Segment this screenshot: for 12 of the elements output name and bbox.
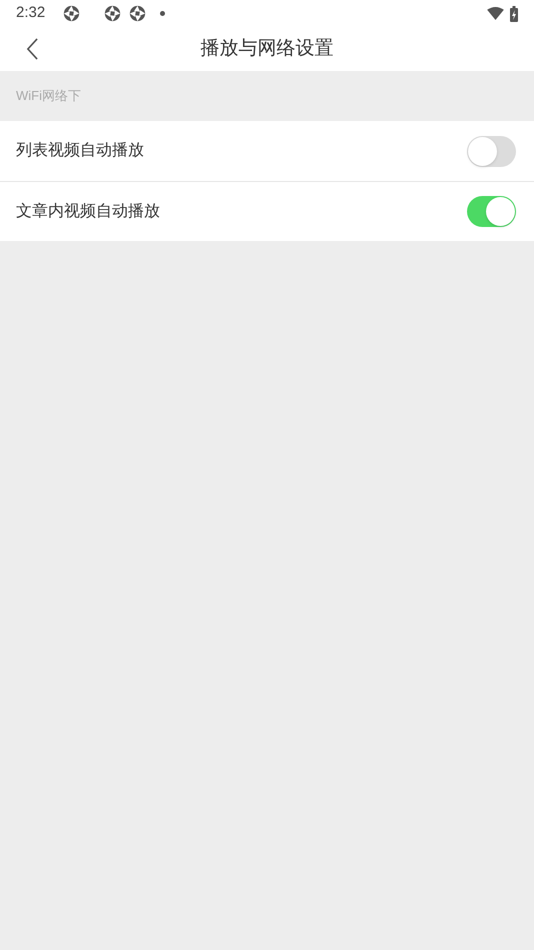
page-title: 播放与网络设置 bbox=[200, 36, 334, 61]
toggle-switch[interactable] bbox=[467, 196, 516, 227]
wifi-icon bbox=[487, 7, 504, 20]
aperture-icon bbox=[104, 5, 122, 22]
setting-label: 列表视频自动播放 bbox=[16, 140, 144, 161]
aperture-icon bbox=[129, 5, 146, 22]
setting-label: 文章内视频自动播放 bbox=[16, 202, 160, 222]
section-label: WiFi网络下 bbox=[16, 87, 81, 106]
battery-charging-icon bbox=[510, 6, 518, 22]
aperture-icon bbox=[63, 5, 80, 22]
toggle-switch[interactable] bbox=[467, 136, 516, 166]
status-time: 2:32 bbox=[16, 3, 46, 24]
